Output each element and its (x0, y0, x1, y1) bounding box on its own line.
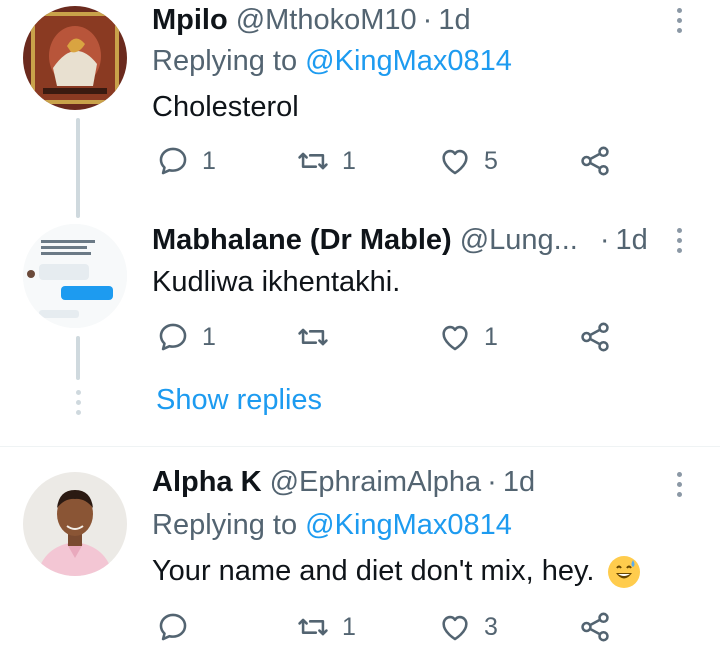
replying-to-link[interactable]: @KingMax0814 (305, 45, 512, 77)
reply-icon (159, 147, 187, 175)
retweet-count: 1 (342, 612, 356, 641)
tweet-text: Your name and diet don't mix, hey. (152, 555, 641, 589)
tweet-header: Mpilo @MthokoM10 · 1d (152, 4, 471, 37)
retweet-button[interactable] (296, 320, 342, 354)
replying-to: Replying to @KingMax0814 (152, 509, 512, 542)
like-button[interactable]: 3 (438, 610, 498, 644)
heart-icon (442, 615, 468, 641)
separator: · (599, 224, 610, 256)
tweet-3[interactable]: Alpha K @EphraimAlpha · 1d Replying to @… (0, 462, 720, 655)
separator: · (487, 466, 497, 498)
reply-icon (159, 613, 187, 641)
share-button[interactable] (578, 144, 612, 178)
timestamp[interactable]: 1d (503, 466, 535, 499)
user-handle[interactable]: @EphraimAlpha (270, 466, 482, 499)
user-handle[interactable]: @MthokoM10 (236, 4, 417, 37)
heart-icon (442, 149, 468, 175)
share-button[interactable] (578, 610, 612, 644)
more-options-icon[interactable] (674, 8, 684, 33)
replying-label: Replying to (152, 509, 298, 541)
tweet-text-content: Your name and diet don't mix, hey. (152, 555, 595, 587)
reply-button[interactable] (156, 610, 202, 644)
like-count: 5 (484, 146, 498, 175)
more-options-icon[interactable] (674, 472, 684, 497)
avatar[interactable] (23, 224, 127, 328)
retweet-button[interactable]: 1 (296, 610, 356, 644)
like-count: 1 (484, 322, 498, 351)
share-icon (581, 322, 609, 352)
separator: · (422, 4, 433, 36)
avatar[interactable] (23, 6, 127, 110)
share-icon (581, 612, 609, 642)
retweet-icon (298, 618, 328, 636)
action-bar: 1 1 5 (0, 144, 720, 184)
heart-icon (442, 325, 468, 351)
tweet-2[interactable]: Mabhalane (Dr Mable) @Lung... · 1d Kudli… (0, 218, 720, 448)
display-name[interactable]: Mpilo (152, 4, 228, 37)
share-button[interactable] (578, 320, 612, 354)
user-handle[interactable]: @Lung... (460, 224, 578, 257)
action-bar: 1 3 (0, 610, 720, 650)
show-replies-link[interactable]: Show replies (156, 384, 322, 417)
timestamp[interactable]: 1d (616, 224, 648, 257)
more-options-icon[interactable] (674, 228, 684, 253)
reply-icon (159, 323, 187, 351)
like-button[interactable]: 1 (438, 320, 498, 354)
tweet-1[interactable]: Mpilo @MthokoM10 · 1d Replying to @KingM… (0, 0, 720, 218)
like-button[interactable]: 5 (438, 144, 498, 178)
reply-button[interactable]: 1 (156, 144, 216, 178)
replying-to-link[interactable]: @KingMax0814 (305, 509, 512, 541)
divider (0, 446, 720, 447)
more-replies-dots (74, 390, 82, 415)
reply-count: 1 (202, 322, 216, 351)
retweet-count: 1 (342, 146, 356, 175)
timestamp[interactable]: 1d (438, 4, 470, 37)
replying-to: Replying to @KingMax0814 (152, 45, 512, 78)
grinning-sweat-emoji-icon (608, 556, 641, 589)
action-bar: 1 1 (0, 320, 720, 360)
avatar[interactable] (23, 472, 127, 576)
tweet-text: Cholesterol (152, 91, 299, 123)
like-count: 3 (484, 612, 498, 641)
tweet-header: Alpha K @EphraimAlpha · 1d (152, 466, 535, 499)
retweet-button[interactable]: 1 (296, 144, 356, 178)
retweet-icon (298, 152, 328, 170)
tweet-text: Kudliwa ikhentakhi. (152, 266, 401, 298)
replying-label: Replying to (152, 45, 298, 77)
tweet-header: Mabhalane (Dr Mable) @Lung... · 1d (152, 224, 648, 257)
reply-count: 1 (202, 146, 216, 175)
display-name[interactable]: Alpha K (152, 466, 262, 499)
reply-button[interactable]: 1 (156, 320, 216, 354)
retweet-icon (298, 328, 328, 346)
display-name[interactable]: Mabhalane (Dr Mable) (152, 224, 452, 257)
share-icon (581, 146, 609, 176)
